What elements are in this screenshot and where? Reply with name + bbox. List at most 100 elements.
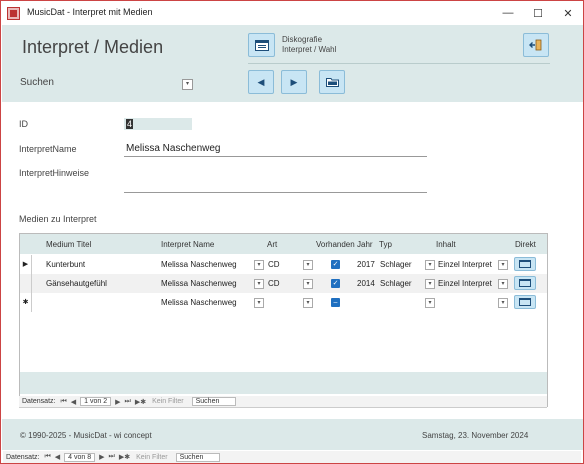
- form-icon: [519, 298, 531, 306]
- art-dropdown[interactable]: ▾: [303, 260, 313, 270]
- last-record-icon[interactable]: ⏭: [107, 453, 117, 461]
- inhalt-dropdown[interactable]: ▾: [498, 260, 508, 270]
- vorhanden-checkbox[interactable]: –: [331, 298, 340, 307]
- close-button[interactable]: ✕: [553, 1, 583, 25]
- folder-icon: [325, 78, 339, 87]
- column-header-medium-titel[interactable]: Medium Titel: [46, 240, 91, 249]
- cell-medium-titel[interactable]: Gänsehautgefühl: [46, 279, 107, 288]
- new-record-icon[interactable]: ▶✱: [133, 398, 148, 406]
- row-selector[interactable]: [20, 274, 32, 293]
- vorhanden-checkbox[interactable]: ✓: [331, 279, 340, 288]
- interpret-hints-field[interactable]: [124, 167, 427, 193]
- record-counter[interactable]: 4 von 8: [64, 452, 96, 462]
- column-header-interpret-name[interactable]: Interpret Name: [161, 240, 214, 249]
- inhalt-dropdown[interactable]: ▾: [498, 298, 508, 308]
- direkt-button[interactable]: [514, 276, 536, 290]
- typ-dropdown[interactable]: ▾: [425, 298, 435, 308]
- new-record-selector[interactable]: ✱: [20, 293, 32, 312]
- cell-jahr[interactable]: 2014: [357, 279, 375, 288]
- previous-record-button[interactable]: ◀: [248, 70, 274, 94]
- column-header-vorhanden[interactable]: Vorhanden: [316, 240, 355, 249]
- form-icon: [254, 39, 269, 51]
- discography-caption-line2: Interpret / Wahl: [282, 45, 337, 54]
- next-record-icon[interactable]: ▶: [113, 398, 122, 406]
- interpret-name-field[interactable]: Melissa Naschenweg: [124, 142, 427, 157]
- discography-caption-line1: Diskografie: [282, 35, 323, 44]
- table-row[interactable]: ▶ Kunterbunt Melissa Naschenweg ▾ CD ▾ ✓…: [20, 255, 547, 274]
- typ-dropdown[interactable]: ▾: [425, 260, 435, 270]
- art-dropdown[interactable]: ▾: [303, 279, 313, 289]
- exit-button[interactable]: [523, 33, 549, 57]
- title-bar: MusicDat - Interpret mit Medien — ☐ ✕: [1, 1, 583, 25]
- cell-interpret-name[interactable]: Melissa Naschenweg: [161, 279, 237, 288]
- minimize-button[interactable]: —: [493, 1, 523, 25]
- column-header-direkt[interactable]: Direkt: [515, 240, 536, 249]
- record-counter[interactable]: 1 von 2: [80, 397, 112, 406]
- new-record-row[interactable]: ✱ Melissa Naschenweg ▾ ▾ – ▾ ▾: [20, 293, 547, 312]
- interpret-hints-label: InterpretHinweise: [19, 168, 90, 178]
- nav-search-input[interactable]: Suchen: [175, 452, 220, 462]
- header-divider: [248, 63, 550, 64]
- interpret-dropdown[interactable]: ▾: [254, 279, 264, 289]
- id-value: 4: [126, 119, 134, 129]
- interpret-dropdown[interactable]: ▾: [254, 260, 264, 270]
- id-label: ID: [19, 119, 28, 129]
- page-title: Interpret / Medien: [22, 37, 164, 57]
- id-field[interactable]: 4: [124, 118, 192, 130]
- typ-dropdown[interactable]: ▾: [425, 279, 435, 289]
- new-record-icon[interactable]: ▶✱: [117, 453, 132, 461]
- column-header-art[interactable]: Art: [267, 240, 277, 249]
- cell-inhalt[interactable]: Einzel Interpret: [438, 260, 492, 269]
- prev-record-icon[interactable]: ◀: [69, 398, 78, 406]
- cell-jahr[interactable]: 2017: [357, 260, 375, 269]
- cell-typ[interactable]: Schlager: [380, 260, 412, 269]
- prev-record-icon[interactable]: ◀: [53, 453, 62, 461]
- subform-record-navigator: Datensatz: ⏮ ◀ 1 von 2 ▶ ⏭ ▶✱ Kein Filte…: [19, 396, 547, 408]
- first-record-icon[interactable]: ⏮: [58, 398, 68, 406]
- inhalt-dropdown[interactable]: ▾: [498, 279, 508, 289]
- cell-inhalt[interactable]: Einzel Interpret: [438, 279, 492, 288]
- first-record-icon[interactable]: ⏮: [42, 453, 52, 461]
- media-subform: Medium Titel Interpret Name Art Vorhande…: [19, 233, 548, 407]
- last-record-icon[interactable]: ⏭: [123, 398, 133, 406]
- app-window: MusicDat - Interpret mit Medien — ☐ ✕ In…: [0, 0, 584, 464]
- form-icon: [519, 279, 531, 287]
- nav-search-input[interactable]: Suchen: [191, 397, 236, 406]
- cell-typ[interactable]: Schlager: [380, 279, 412, 288]
- interpret-dropdown[interactable]: ▾: [254, 298, 264, 308]
- cell-interpret-name[interactable]: Melissa Naschenweg: [161, 260, 237, 269]
- exit-door-icon: [529, 39, 542, 51]
- column-header-jahr[interactable]: Jahr: [357, 240, 373, 249]
- discography-caption: Diskografie Interpret / Wahl: [282, 35, 336, 55]
- interpret-name-label: InterpretName: [19, 144, 77, 154]
- next-record-button[interactable]: ▶: [281, 70, 307, 94]
- copyright-text: © 1990-2025 - MusicDat - wi concept: [20, 431, 152, 440]
- nav-label: Datensatz:: [6, 453, 40, 461]
- cell-medium-titel[interactable]: Kunterbunt: [46, 260, 85, 269]
- row-selector[interactable]: ▶: [20, 255, 32, 274]
- search-dropdown[interactable]: ▾: [182, 79, 193, 90]
- cell-art[interactable]: CD: [268, 260, 280, 269]
- open-media-button[interactable]: [319, 70, 345, 94]
- vorhanden-checkbox[interactable]: ✓: [331, 260, 340, 269]
- form-footer: © 1990-2025 - MusicDat - wi concept Sams…: [2, 419, 583, 450]
- direkt-button[interactable]: [514, 257, 536, 271]
- cell-art[interactable]: CD: [268, 279, 280, 288]
- main-record-navigator: Datensatz: ⏮ ◀ 4 von 8 ▶ ⏭ ▶✱ Kein Filte…: [3, 451, 581, 463]
- table-row[interactable]: Gänsehautgefühl Melissa Naschenweg ▾ CD …: [20, 274, 547, 293]
- triangle-left-icon: ◀: [257, 76, 265, 87]
- subform-footer: [20, 372, 547, 394]
- column-header-typ[interactable]: Typ: [379, 240, 392, 249]
- filter-indicator[interactable]: Kein Filter: [148, 398, 188, 405]
- triangle-right-icon: ▶: [290, 76, 298, 87]
- next-record-icon[interactable]: ▶: [97, 453, 106, 461]
- discography-button[interactable]: [248, 33, 275, 57]
- maximize-button[interactable]: ☐: [523, 1, 553, 25]
- column-header-inhalt[interactable]: Inhalt: [436, 240, 456, 249]
- direkt-button[interactable]: [514, 295, 536, 309]
- cell-interpret-name[interactable]: Melissa Naschenweg: [161, 298, 237, 307]
- art-dropdown[interactable]: ▾: [303, 298, 313, 308]
- window-title: MusicDat - Interpret mit Medien: [27, 7, 153, 17]
- subform-header: Medium Titel Interpret Name Art Vorhande…: [20, 234, 547, 254]
- filter-indicator[interactable]: Kein Filter: [132, 454, 172, 461]
